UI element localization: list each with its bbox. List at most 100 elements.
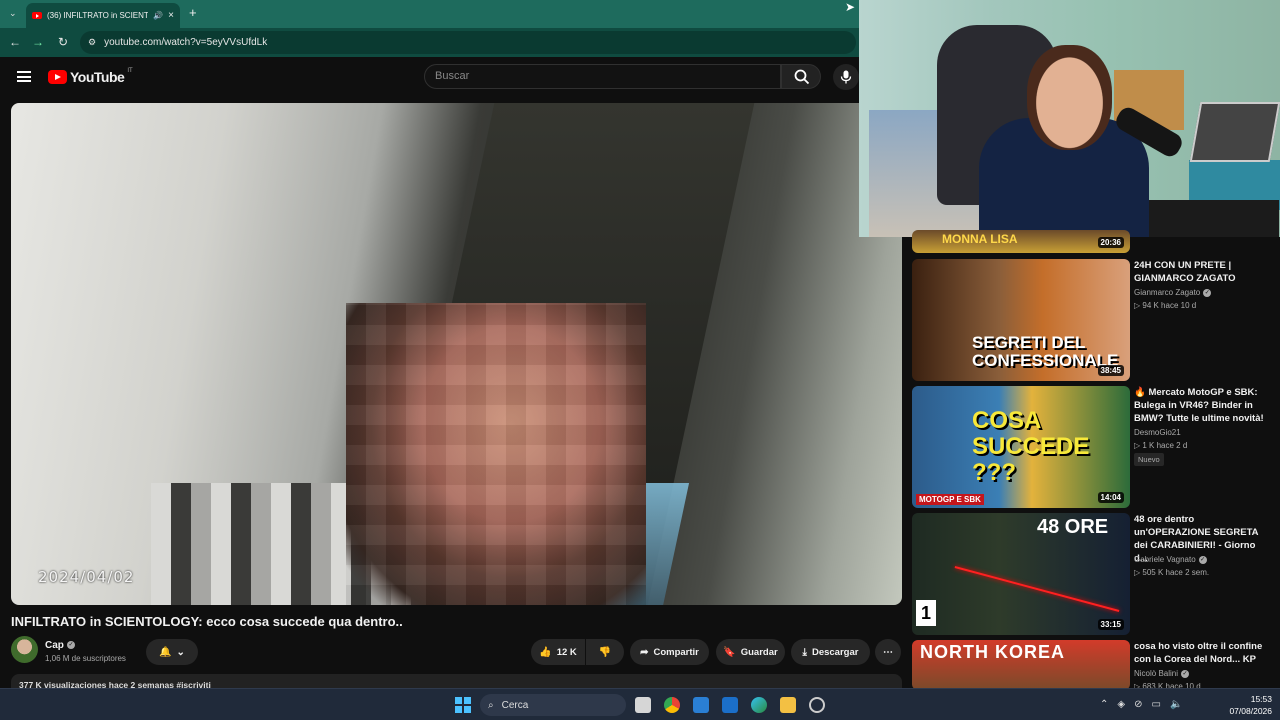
bookmark-icon: 🔖 [723,646,736,658]
hamburger-menu-icon[interactable] [17,71,31,82]
network-icon[interactable]: ▭ [1151,699,1160,710]
share-button[interactable]: ➦ Compartir [630,639,709,665]
forward-arrow-icon[interactable]: → [26,35,50,49]
search-input[interactable]: Buscar [424,64,781,89]
search-button[interactable] [781,64,821,89]
mouse-cursor-icon: ➤ [845,0,856,14]
bell-icon: 🔔 [159,646,172,658]
tab-close-icon[interactable]: × [168,10,174,21]
share-label: Compartir [653,646,699,658]
description-box[interactable]: 377 K visualizaciones hace 2 semanas #is… [11,674,902,688]
related-meta-3: ▷ 505 K hace 2 sem. [1134,568,1209,577]
video-date-overlay: 2024/04/02 [38,568,135,586]
mute-icon[interactable]: ⊘ [1134,699,1142,710]
mail-icon[interactable] [722,697,738,713]
views-and-date: 377 K visualizaciones hace 2 semanas #is… [19,680,211,688]
new-tab-button[interactable]: + [189,5,197,20]
related-channel-name: DesmoGio21 [1134,428,1181,437]
clock-date: 07/08/2026 [1229,706,1272,716]
voice-search-button[interactable] [833,64,859,90]
related-thumbnail-0[interactable]: MONNA LISA 20:36 [912,230,1130,253]
like-count: 12 K [556,646,577,658]
chrome-icon[interactable] [664,697,680,713]
youtube-logo[interactable]: YouTube IT [48,68,133,85]
chevron-down-icon: ⌄ [176,646,185,658]
system-tray: ⌃ ◈ ⊘ ▭ 🔈 [1100,699,1182,710]
related-channel-1[interactable]: Gianmarco Zagato ✓ [1134,288,1212,297]
related-title-2[interactable]: 🔥 Mercato MotoGP e SBK: Bulega in VR46? … [1134,386,1264,425]
task-view-icon[interactable] [635,697,651,713]
related-channel-2[interactable]: DesmoGio21 [1134,428,1181,437]
related-title-4[interactable]: cosa ho visto oltre il confine con la Co… [1134,640,1264,666]
back-arrow-icon[interactable]: ← [3,35,27,49]
subscriber-count: 1,06 M de suscriptores [45,654,126,663]
more-actions-button[interactable]: ⋯ [875,639,901,665]
related-channel-name: Gabriele Vagnato [1134,555,1196,564]
duration-badge: 14:04 [1097,492,1124,503]
thumbnail-text: MONNA LISA [942,232,1018,246]
related-thumbnail-3[interactable]: 48 ORE 1 33:15 [912,513,1130,635]
microsoft-store-icon[interactable] [693,697,709,713]
browser-tab-bar: ⌄ (36) INFILTRATO in SCIENTOLOGY 🔊 × + ➤ [0,0,860,28]
verified-check-icon: ✓ [1181,669,1190,678]
edge-icon[interactable] [751,697,767,713]
youtube-play-icon [48,70,67,84]
webcam-keyboard [1149,200,1279,237]
thumbnail-text: NORTH KOREA [920,642,1065,662]
download-button[interactable]: ⤓ Descargar [791,639,870,665]
url-field[interactable]: ⚙ youtube.com/watch?v=5eyVVsUfdLk [80,31,856,54]
save-button[interactable]: 🔖 Guardar [716,639,785,665]
channel-name[interactable]: Cap [45,640,64,651]
video-title: INFILTRATO in SCIENTOLOGY: ecco cosa suc… [11,614,403,629]
webcam-laptop [1189,102,1280,162]
verified-check-icon: ✓ [67,641,75,649]
related-channel-3[interactable]: Gabriele Vagnato ✓ [1134,555,1207,564]
new-badge: Nuevo [1134,453,1164,466]
youtube-logo-text: YouTube [70,69,125,85]
related-thumbnail-1[interactable]: SEGRETI DEL CONFESSIONALE 38:45 [912,259,1130,381]
notification-bell-button[interactable]: 🔔 ⌄ [146,639,198,665]
tab-title: (36) INFILTRATO in SCIENTOLOGY [47,11,149,20]
webcam-overlay [859,0,1280,237]
webcam-person-head [1027,45,1112,150]
tab-audio-icon[interactable]: 🔊 [153,11,163,20]
related-meta-1: ▷ 94 K hace 10 d [1134,301,1196,310]
verified-check-icon: ✓ [1198,555,1207,564]
thumbnail-laser [954,566,1120,612]
thumbnail-tag: MOTOGP E SBK [916,494,984,505]
like-button[interactable]: 👍 12 K [531,639,585,665]
related-thumbnail-2[interactable]: COSA SUCCEDE ??? MOTOGP E SBK 14:04 [912,386,1130,508]
more-dots-icon: ⋯ [883,646,893,658]
site-info-icon[interactable]: ⚙ [88,37,96,48]
channel-avatar[interactable] [11,636,38,663]
related-meta-2: ▷ 1 K hace 2 d [1134,441,1187,450]
app-icon[interactable] [809,697,825,713]
volume-icon[interactable]: 🔈 [1170,699,1182,710]
taskbar-search[interactable]: ⌕ Cerca [480,694,626,716]
related-channel-4[interactable]: Nicolò Balini ✓ [1134,669,1190,678]
tray-overflow-icon[interactable]: ⌃ [1100,699,1108,710]
related-meta-text: 94 K hace 10 d [1142,301,1197,310]
browser-address-bar: ← → ↻ ⚙ youtube.com/watch?v=5eyVVsUfdLk [0,28,860,57]
windows-start-icon[interactable] [455,697,471,713]
browser-tab-active[interactable]: (36) INFILTRATO in SCIENTOLOGY 🔊 × [26,3,180,28]
duration-badge: 20:36 [1097,237,1124,248]
video-player[interactable]: 2024/04/02 [11,103,902,605]
related-meta-text: 505 K hace 2 sem. [1142,568,1210,577]
security-icon[interactable]: ◈ [1117,699,1125,710]
taskbar-clock[interactable]: 15:53 07/08/2026 [1222,693,1272,717]
dislike-button[interactable]: 👎 [586,639,624,665]
search-icon: ⌕ [488,699,494,711]
thumbs-up-icon: 👍 [539,646,552,658]
related-channel-name: Nicolò Balini [1134,669,1179,678]
url-text: youtube.com/watch?v=5eyVVsUfdLk [104,37,268,48]
tab-list-chevron-icon[interactable]: ⌄ [9,8,17,19]
taskbar-search-label: Cerca [501,699,529,711]
related-thumbnail-4[interactable]: NORTH KOREA [912,640,1130,690]
thumbs-down-icon: 👎 [598,646,612,658]
reload-icon[interactable]: ↻ [51,35,75,49]
file-explorer-icon[interactable] [780,697,796,713]
related-title-1[interactable]: 24H CON UN PRETE | GIANMARCO ZAGATO [1134,259,1264,285]
windows-taskbar: ⌕ Cerca ⌃ ◈ ⊘ ▭ 🔈 15:53 07/08/2026 [0,688,1280,720]
microphone-icon [840,70,852,84]
